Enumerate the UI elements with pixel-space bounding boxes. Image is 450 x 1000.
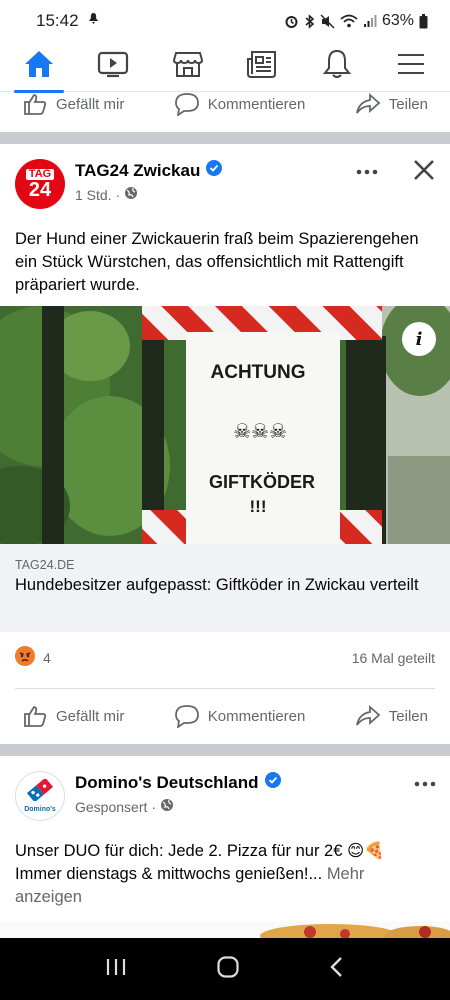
post-time: 1 Std. bbox=[75, 186, 112, 203]
globe-icon bbox=[124, 186, 138, 203]
verified-badge-icon bbox=[206, 160, 223, 181]
like-button[interactable]: Gefällt mir bbox=[22, 704, 124, 728]
page-name[interactable]: TAG24 Zwickau bbox=[75, 161, 200, 181]
avatar-text-bottom: 24 bbox=[28, 178, 52, 201]
avatar-label: Domino's bbox=[24, 805, 56, 813]
thumbs-up-icon bbox=[22, 92, 48, 116]
skull-icons: ☠☠☠ bbox=[233, 421, 287, 443]
more-icon bbox=[414, 770, 436, 792]
bluetooth-icon bbox=[304, 13, 315, 29]
avatar-text-top: TAG bbox=[25, 168, 55, 180]
like-label: Gefällt mir bbox=[56, 707, 125, 725]
sponsored-label: Gesponsert bbox=[75, 798, 148, 815]
system-nav-bar bbox=[0, 938, 450, 1000]
post-options-button[interactable] bbox=[414, 770, 436, 793]
share-button[interactable]: Teilen bbox=[355, 704, 428, 728]
feed-separator bbox=[0, 132, 450, 144]
sign-line-3: !!! bbox=[250, 497, 267, 516]
sign-line-2: GIFTKÖDER bbox=[209, 472, 315, 492]
more-icon bbox=[356, 158, 378, 180]
status-bar: 15:42 63% bbox=[0, 0, 450, 42]
feed-post-tag24: TAG 24 TAG24 Zwickau 1 Std. · Der Hund e… bbox=[0, 144, 450, 744]
post-action-bar: Gefällt mir Kommentieren Teilen bbox=[0, 696, 450, 736]
angry-reaction-icon bbox=[15, 646, 35, 669]
mute-icon bbox=[320, 13, 335, 29]
post-options-button[interactable] bbox=[356, 158, 378, 181]
like-button[interactable]: Gefällt mir bbox=[22, 92, 124, 116]
globe-icon bbox=[160, 798, 174, 815]
battery-icon bbox=[419, 13, 428, 29]
page-avatar[interactable]: Domino's bbox=[15, 771, 65, 821]
dominos-logo-icon bbox=[25, 777, 55, 806]
comment-icon bbox=[174, 704, 200, 728]
like-label: Gefällt mir bbox=[56, 95, 125, 113]
link-title[interactable]: Hundebesitzer aufgepasst: Giftköder in Z… bbox=[15, 575, 435, 596]
marketplace-icon bbox=[172, 49, 204, 84]
reaction-count: 4 bbox=[43, 649, 51, 666]
comment-button[interactable]: Kommentieren bbox=[174, 92, 306, 116]
share-icon bbox=[355, 92, 381, 116]
reactions-summary: 4 16 Mal geteilt bbox=[0, 646, 450, 669]
recent-apps-button[interactable] bbox=[105, 957, 127, 982]
share-button[interactable]: Teilen bbox=[355, 92, 428, 116]
feed-separator bbox=[0, 744, 450, 756]
home-button[interactable] bbox=[216, 955, 240, 984]
page-name-row[interactable]: TAG24 Zwickau bbox=[75, 160, 223, 181]
post-header: Domino's Domino's Deutschland Gesponsert… bbox=[0, 756, 450, 826]
alarm-icon bbox=[284, 14, 299, 29]
back-button[interactable] bbox=[329, 956, 345, 983]
post-text: Unser DUO für dich: Jede 2. Pizza für nu… bbox=[0, 826, 450, 909]
comment-icon bbox=[174, 92, 200, 116]
reactions-count-group[interactable]: 4 bbox=[15, 646, 51, 669]
share-icon bbox=[355, 704, 381, 728]
menu-icon bbox=[396, 52, 426, 81]
share-label: Teilen bbox=[388, 707, 428, 725]
page-name-row[interactable]: Domino's Deutschland bbox=[75, 772, 281, 793]
link-preview-info[interactable]: TAG24.DE Hundebesitzer aufgepasst: Giftk… bbox=[0, 544, 450, 632]
home-icon bbox=[23, 49, 55, 84]
link-preview-image[interactable]: ACHTUNG ☠☠☠ GIFTKÖDER !!! i bbox=[0, 306, 450, 544]
notification-icon bbox=[87, 11, 100, 31]
feed-post-dominos: Domino's Domino's Deutschland Gesponsert… bbox=[0, 756, 450, 938]
wifi-icon bbox=[340, 14, 358, 28]
hide-post-button[interactable] bbox=[412, 158, 436, 187]
signal-icon bbox=[363, 14, 377, 28]
post-text: Der Hund einer Zwickauerin fraß beim Spa… bbox=[15, 230, 419, 294]
verified-badge-icon bbox=[264, 772, 281, 793]
comment-label: Kommentieren bbox=[207, 707, 306, 725]
share-count[interactable]: 16 Mal geteilt bbox=[352, 650, 435, 666]
news-icon bbox=[246, 49, 278, 84]
page-name[interactable]: Domino's Deutschland bbox=[75, 773, 259, 793]
previous-post-actions: Gefällt mir Kommentieren Teilen bbox=[0, 84, 450, 124]
post-meta: 1 Std. · bbox=[75, 186, 138, 203]
post-header: TAG 24 TAG24 Zwickau 1 Std. · bbox=[0, 144, 450, 214]
link-domain: TAG24.DE bbox=[15, 558, 75, 572]
share-label: Teilen bbox=[388, 95, 428, 113]
page-avatar[interactable]: TAG 24 bbox=[15, 159, 65, 209]
info-icon[interactable]: i bbox=[402, 322, 436, 356]
post-meta: Gesponsert · bbox=[75, 798, 174, 815]
sign-line-1: ACHTUNG bbox=[211, 362, 306, 383]
close-icon bbox=[412, 160, 436, 186]
meta-dot: · bbox=[115, 186, 121, 203]
notifications-icon bbox=[322, 48, 352, 85]
actions-divider bbox=[15, 688, 435, 689]
status-time: 15:42 bbox=[36, 11, 79, 30]
battery-percent: 63% bbox=[381, 12, 414, 29]
thumbs-up-icon bbox=[22, 704, 48, 728]
video-icon bbox=[97, 50, 129, 83]
pizza-image-strip[interactable] bbox=[0, 922, 450, 938]
comment-button[interactable]: Kommentieren bbox=[174, 704, 306, 728]
meta-dot: · bbox=[151, 798, 157, 815]
comment-label: Kommentieren bbox=[207, 95, 306, 113]
